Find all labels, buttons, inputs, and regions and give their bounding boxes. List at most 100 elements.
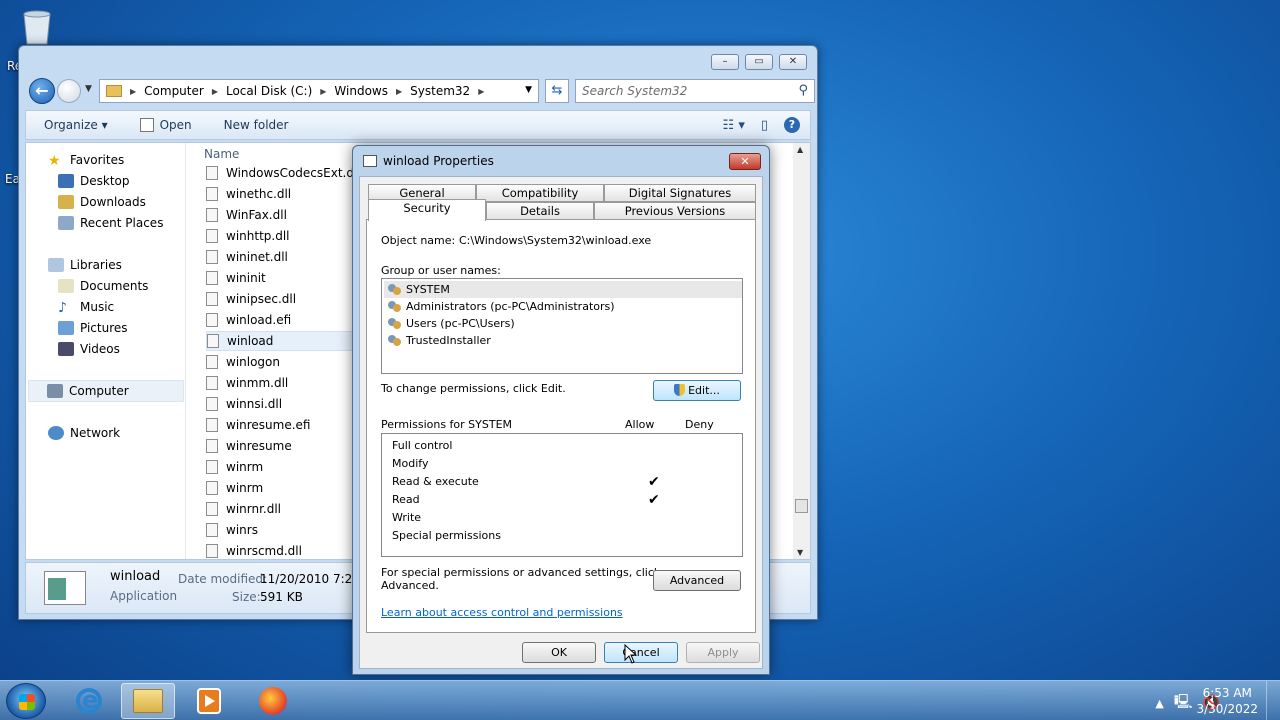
file-list-item[interactable]: WinFax.dll: [206, 205, 376, 225]
user-list-item[interactable]: Administrators (pc-PC\Administrators): [384, 298, 742, 315]
scroll-thumb[interactable]: [795, 499, 808, 513]
file-icon: [206, 208, 218, 222]
file-list-item[interactable]: winethc.dll: [206, 184, 376, 204]
open-button[interactable]: Open: [139, 118, 192, 132]
network-status-icon[interactable]: 🖳: [1174, 691, 1193, 715]
file-list-item[interactable]: winhttp.dll: [206, 226, 376, 246]
column-header-name[interactable]: Name: [204, 147, 239, 161]
recycle-bin-icon[interactable]: [18, 6, 56, 46]
file-list-item[interactable]: winipsec.dll: [206, 289, 376, 309]
tab-previous-versions[interactable]: Previous Versions: [594, 202, 756, 220]
file-name: winrnr.dll: [226, 502, 282, 516]
search-icon[interactable]: ⚲: [798, 83, 808, 98]
taskbar: ▲ 🖳 🔇 6:53 AM 3/30/2022: [0, 680, 1280, 720]
nav-computer[interactable]: Computer: [28, 380, 184, 402]
organize-button[interactable]: Organize ▾: [44, 118, 108, 132]
file-list-item[interactable]: winresume.efi: [206, 415, 376, 435]
user-name: Administrators (pc-PC\Administrators): [406, 300, 615, 313]
tab-digital-signatures[interactable]: Digital Signatures: [604, 184, 756, 202]
file-name: winmm.dll: [226, 376, 289, 390]
network-icon: [48, 426, 64, 440]
breadcrumb-windows[interactable]: Windows: [334, 84, 388, 98]
music-icon: ♪: [58, 300, 67, 316]
cancel-button[interactable]: Cancel: [604, 642, 678, 663]
user-group-icon: [388, 283, 402, 296]
recent-pages-chevron-icon[interactable]: ▼: [85, 84, 92, 94]
user-list-item[interactable]: Users (pc-PC\Users): [384, 315, 742, 332]
file-list-item[interactable]: winnsi.dll: [206, 394, 376, 414]
tab-security[interactable]: Security: [368, 199, 486, 221]
file-list-item[interactable]: winrm: [206, 478, 376, 498]
start-button[interactable]: [6, 683, 46, 719]
taskbar-firefox[interactable]: [246, 683, 300, 719]
file-list-item[interactable]: winrs: [206, 520, 376, 540]
apply-button[interactable]: Apply: [686, 642, 760, 663]
file-name: winnsi.dll: [226, 397, 283, 411]
group-user-list[interactable]: SYSTEM Administrators (pc-PC\Administrato…: [381, 278, 743, 374]
address-bar[interactable]: ▶ Computer ▶ Local Disk (C:) ▶ Windows ▶…: [99, 79, 539, 103]
breadcrumb-local-disk[interactable]: Local Disk (C:): [226, 84, 312, 98]
file-list-item[interactable]: winload.efi: [206, 310, 376, 330]
show-hidden-icons-button[interactable]: ▲: [1155, 697, 1163, 710]
nav-music[interactable]: ♪ Music: [58, 300, 114, 316]
nav-libraries[interactable]: Libraries: [48, 258, 122, 272]
permission-row: Full control: [392, 439, 732, 457]
file-list-item[interactable]: wininit: [206, 268, 376, 288]
minimize-button[interactable]: –: [711, 54, 739, 70]
taskbar-internet-explorer[interactable]: [62, 683, 116, 719]
nav-videos[interactable]: Videos: [58, 342, 120, 356]
breadcrumb-computer[interactable]: Computer: [144, 84, 204, 98]
preview-pane-icon[interactable]: ▯: [761, 118, 768, 133]
taskbar-media-player[interactable]: [182, 683, 236, 719]
dialog-title-bar[interactable]: winload Properties: [363, 154, 494, 168]
file-name: winipsec.dll: [226, 292, 297, 306]
clock[interactable]: 6:53 AM 3/30/2022: [1196, 685, 1258, 717]
help-icon[interactable]: ?: [784, 117, 800, 133]
advanced-button[interactable]: Advanced: [653, 570, 741, 591]
user-list-item[interactable]: SYSTEM: [384, 281, 742, 298]
permission-name: Read & execute: [392, 475, 479, 488]
search-input[interactable]: Search System32 ⚲: [575, 79, 815, 103]
breadcrumb-system32[interactable]: System32: [410, 84, 470, 98]
permission-name: Read: [392, 493, 420, 506]
user-list-item[interactable]: TrustedInstaller: [384, 332, 742, 349]
vertical-scrollbar[interactable]: ▲ ▼: [793, 143, 810, 559]
file-list-item[interactable]: winrm: [206, 457, 376, 477]
learn-access-control-link[interactable]: Learn about access control and permissio…: [381, 606, 623, 619]
refresh-icon[interactable]: ⇆: [545, 79, 569, 103]
nav-documents[interactable]: Documents: [58, 279, 148, 293]
file-list-item[interactable]: winmm.dll: [206, 373, 376, 393]
dialog-close-button[interactable]: ✕: [729, 153, 761, 170]
file-list-item[interactable]: winresume: [206, 436, 376, 456]
close-button[interactable]: ✕: [779, 54, 807, 70]
nav-recent-places[interactable]: Recent Places: [58, 216, 163, 230]
tab-details[interactable]: Details: [486, 202, 594, 220]
file-list-item[interactable]: winrnr.dll: [206, 499, 376, 519]
file-list-item[interactable]: winrscmd.dll: [206, 541, 376, 561]
forward-button[interactable]: [57, 79, 81, 103]
nav-desktop[interactable]: Desktop: [58, 174, 130, 188]
nav-network[interactable]: Network: [48, 426, 120, 440]
edit-button[interactable]: Edit...: [653, 380, 741, 401]
file-list-item[interactable]: wininet.dll: [206, 247, 376, 267]
nav-downloads[interactable]: Downloads: [58, 195, 146, 209]
file-list-item[interactable]: WindowsCodecsExt.dll: [206, 163, 376, 183]
scroll-down-icon[interactable]: ▼: [797, 548, 803, 557]
back-button[interactable]: ←: [29, 78, 55, 104]
maximize-button[interactable]: ▭: [745, 54, 773, 70]
address-dropdown-chevron-icon[interactable]: ▼: [525, 85, 532, 95]
group-names-label: Group or user names:: [381, 264, 501, 277]
ok-button[interactable]: OK: [522, 642, 596, 663]
taskbar-windows-explorer[interactable]: [121, 683, 175, 719]
file-name: winrm: [226, 460, 264, 474]
scroll-up-icon[interactable]: ▲: [797, 145, 803, 154]
nav-pictures[interactable]: Pictures: [58, 321, 128, 335]
show-desktop-button[interactable]: [1266, 681, 1280, 720]
file-list-item[interactable]: winload: [206, 331, 376, 351]
tab-compatibility[interactable]: Compatibility: [476, 184, 604, 202]
file-name: wininet.dll: [226, 250, 288, 264]
view-options-icon[interactable]: ☷ ▾: [723, 118, 745, 133]
file-list-item[interactable]: winlogon: [206, 352, 376, 372]
nav-favorites[interactable]: ★ Favorites: [48, 153, 124, 169]
new-folder-button[interactable]: New folder: [224, 118, 289, 132]
